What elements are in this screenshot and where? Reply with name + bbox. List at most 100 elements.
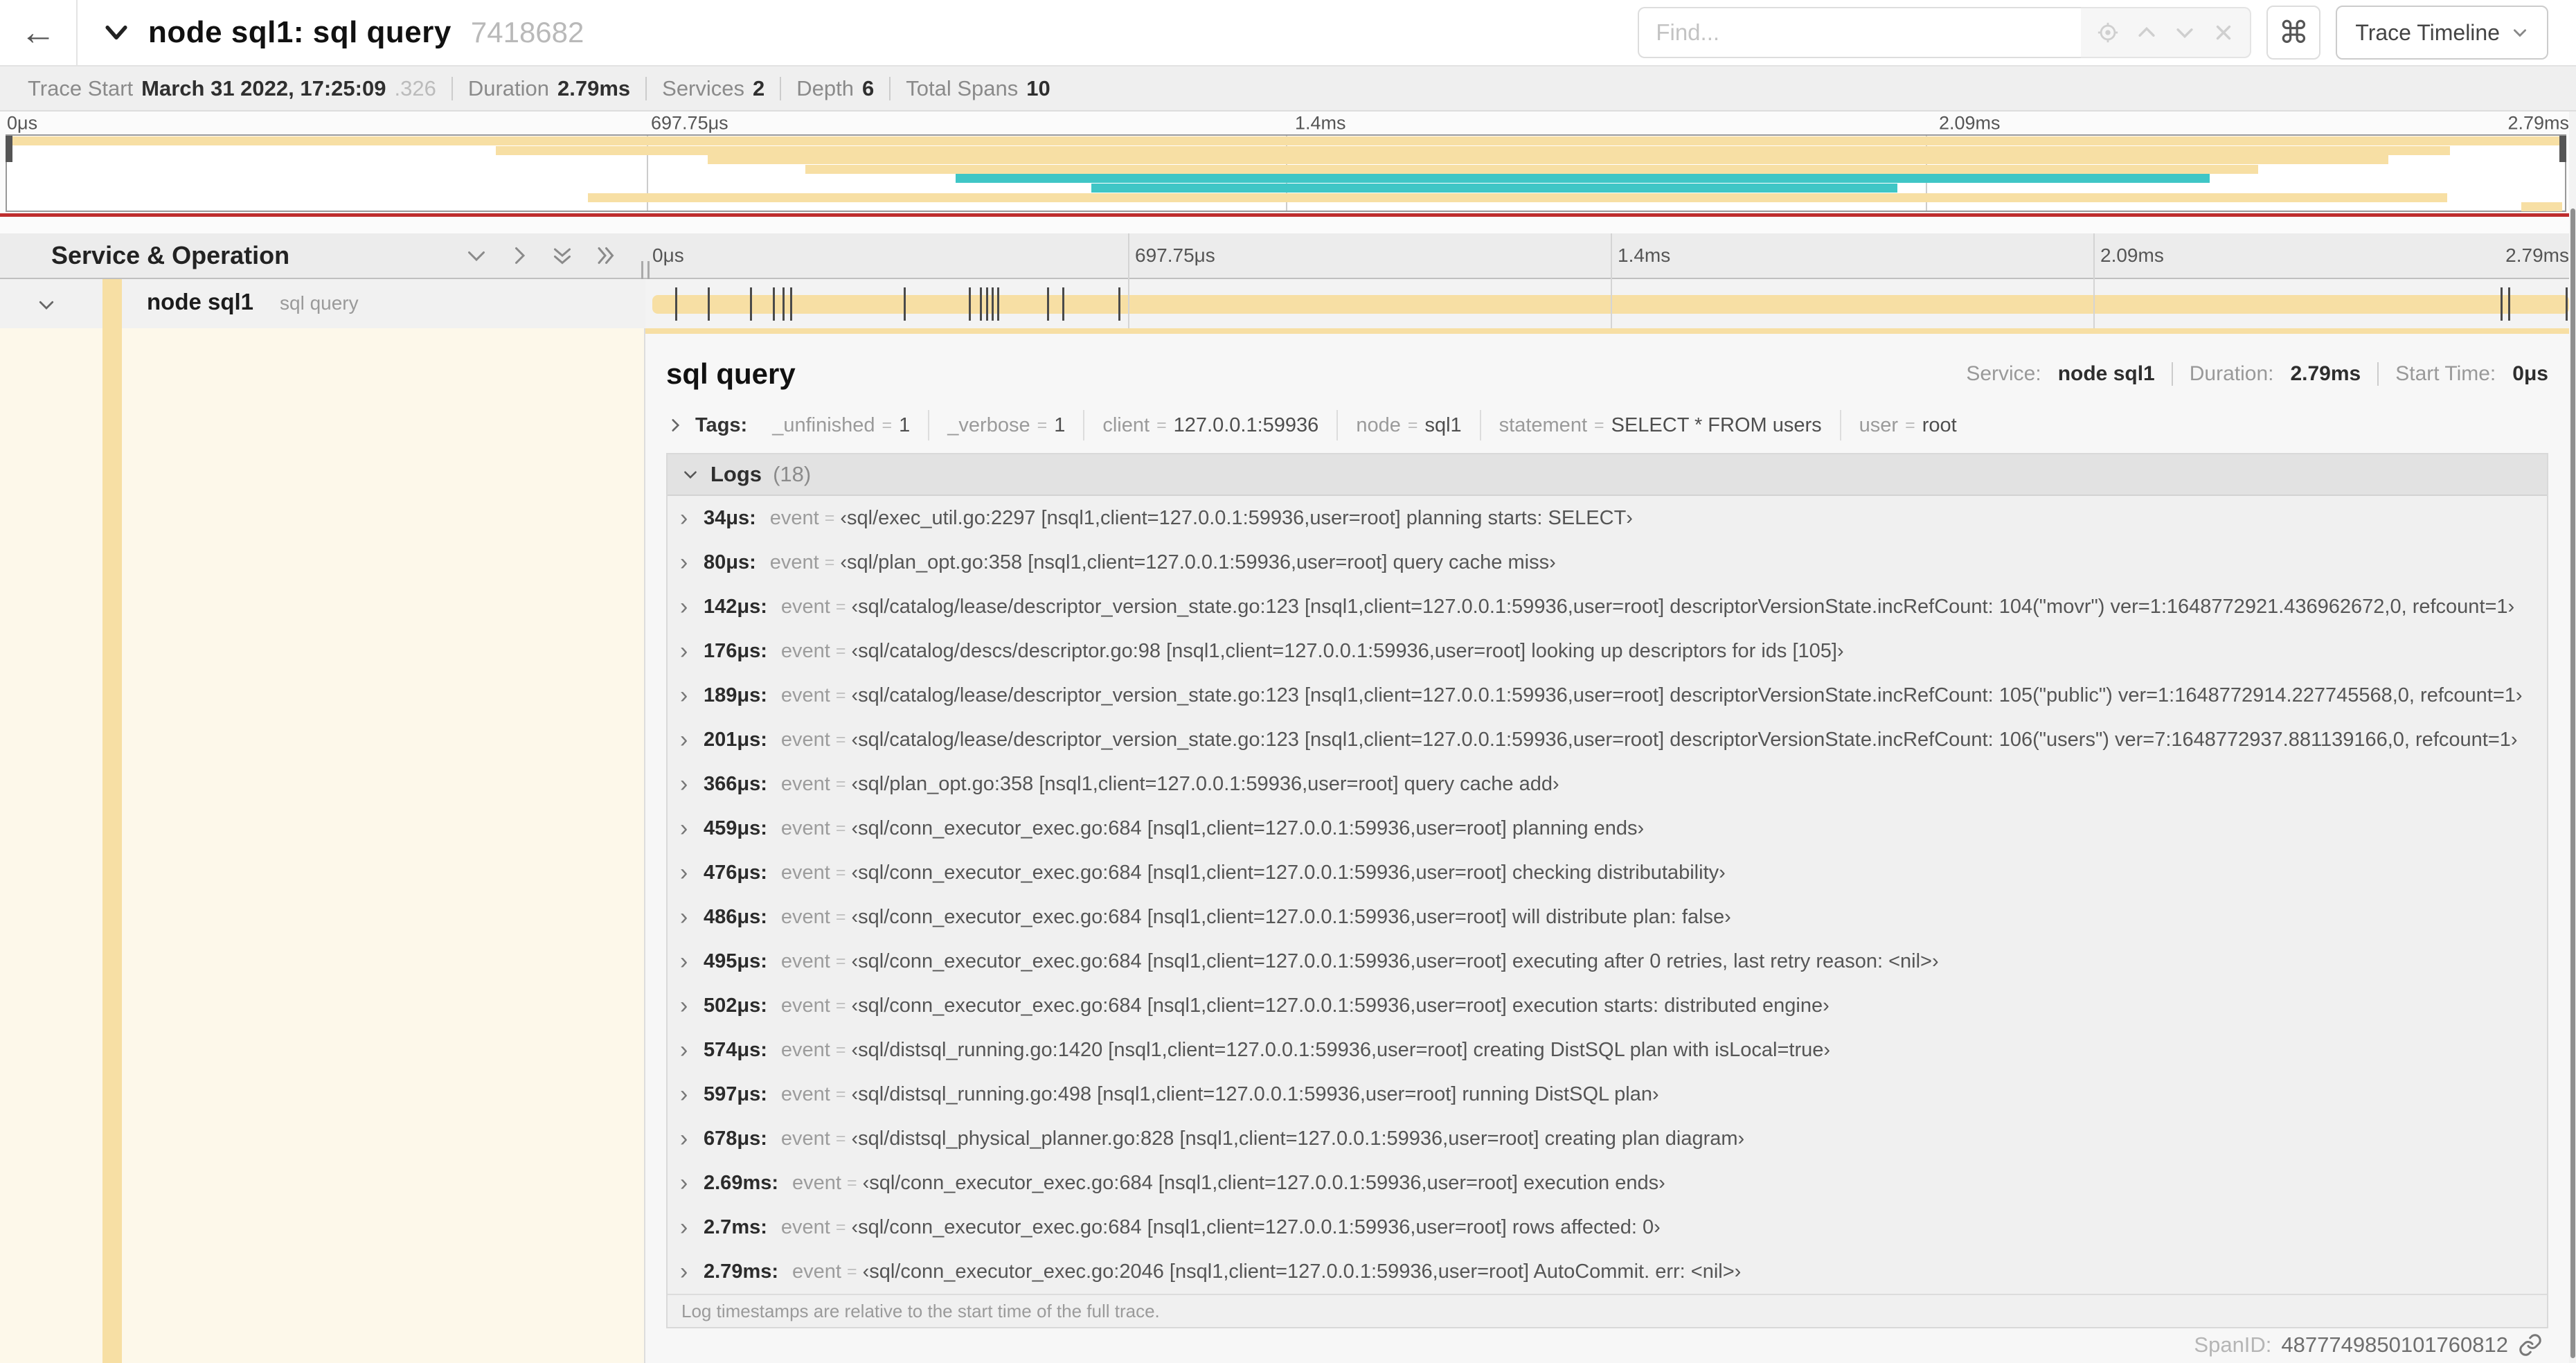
minimap-left-handle[interactable] bbox=[6, 136, 12, 162]
log-expand-icon[interactable]: › bbox=[680, 1170, 704, 1197]
log-entry[interactable]: › 476μs: event = ‹sql/conn_executor_exec.go:… bbox=[668, 850, 2547, 895]
tag-key: node bbox=[1356, 413, 1401, 436]
expand-all-icon[interactable] bbox=[593, 243, 618, 268]
log-entry[interactable]: › 597μs: event = ‹sql/distsql_running.go:498… bbox=[668, 1072, 2547, 1116]
find-input[interactable] bbox=[1638, 7, 2082, 58]
equals-sign: = bbox=[835, 1084, 846, 1104]
log-timestamp: 2.69ms: bbox=[704, 1171, 779, 1194]
log-entry[interactable]: › 574μs: event = ‹sql/distsql_running.go:142… bbox=[668, 1028, 2547, 1072]
log-entry[interactable]: › 459μs: event = ‹sql/conn_executor_exec.go:… bbox=[668, 806, 2547, 850]
log-entry[interactable]: › 176μs: event = ‹sql/catalog/descs/descript… bbox=[668, 629, 2547, 673]
span-row-timeline[interactable] bbox=[645, 279, 2576, 328]
log-expand-icon[interactable]: › bbox=[680, 1081, 704, 1108]
trace-info-value: 6 bbox=[862, 75, 875, 100]
log-field-value: ‹sql/distsql_running.go:498 [nsql1,clien… bbox=[851, 1083, 1659, 1105]
collapse-one-icon[interactable] bbox=[464, 243, 489, 268]
log-field-key: event bbox=[780, 639, 830, 662]
log-tick-mark bbox=[985, 287, 988, 321]
log-entry[interactable]: › 142μs: event = ‹sql/catalog/lease/descript… bbox=[668, 585, 2547, 629]
gridline bbox=[2093, 279, 2095, 328]
log-field-value: ‹sql/conn_executor_exec.go:684 [nsql1,cl… bbox=[851, 1215, 1661, 1238]
tag-key: _unfinished bbox=[772, 413, 875, 436]
log-timestamp: 189μs: bbox=[704, 684, 767, 706]
keyboard-shortcuts-button[interactable]: ⌘ bbox=[2266, 6, 2321, 60]
log-expand-icon[interactable]: › bbox=[680, 549, 704, 576]
timeline-ruler: 0μs 697.75μs 1.4ms 2.09ms 2.79ms bbox=[645, 233, 2576, 279]
log-expand-icon[interactable]: › bbox=[680, 1214, 704, 1241]
logs-collapse-icon[interactable] bbox=[681, 465, 699, 483]
minimap-span bbox=[2521, 202, 2563, 212]
log-entry[interactable]: › 678μs: event = ‹sql/distsql_physical_plann… bbox=[668, 1116, 2547, 1161]
content-area: sql query Service: node sql1 Duration: 2… bbox=[0, 328, 2576, 1363]
expand-one-icon[interactable] bbox=[507, 243, 532, 268]
log-expand-icon[interactable]: › bbox=[680, 638, 704, 665]
collapse-trace-icon[interactable] bbox=[101, 17, 132, 48]
log-tick-mark bbox=[750, 287, 753, 321]
log-expand-icon[interactable]: › bbox=[680, 992, 704, 1019]
trace-info-label: Services bbox=[662, 75, 745, 100]
tag-value: 127.0.0.1:59936 bbox=[1173, 413, 1319, 436]
log-field-key: event bbox=[780, 1127, 830, 1150]
trace-view-selector[interactable]: Trace Timeline bbox=[2336, 6, 2548, 60]
log-entry[interactable]: › 80μs: event = ‹sql/plan_opt.go:358 [nsql1,… bbox=[668, 540, 2547, 585]
log-entry[interactable]: › 2.79ms: event = ‹sql/conn_executor_exec.go… bbox=[668, 1249, 2547, 1294]
find-prev-icon[interactable] bbox=[2135, 21, 2158, 44]
log-entry[interactable]: › 486μs: event = ‹sql/conn_executor_exec.go:… bbox=[668, 895, 2547, 939]
log-entry[interactable]: › 2.7ms: event = ‹sql/conn_executor_exec.go:… bbox=[668, 1205, 2547, 1249]
log-field-key: event bbox=[780, 817, 830, 839]
log-entry[interactable]: › 189μs: event = ‹sql/catalog/lease/descript… bbox=[668, 673, 2547, 718]
log-tick-mark bbox=[903, 287, 906, 321]
find-clear-icon[interactable] bbox=[2212, 21, 2235, 44]
log-expand-icon[interactable]: › bbox=[680, 505, 704, 532]
timeline-header: Service & Operation 0μs 697.75μs 1.4ms 2.09… bbox=[0, 233, 2576, 282]
minimap-right-handle[interactable] bbox=[2559, 136, 2566, 162]
service-operation-header: Service & Operation bbox=[51, 241, 290, 269]
scrollbar-thumb[interactable] bbox=[2570, 208, 2575, 1358]
log-expand-icon[interactable]: › bbox=[680, 594, 704, 621]
back-button[interactable]: ← bbox=[0, 0, 78, 65]
trace-info-item: Duration 2.79ms bbox=[453, 76, 645, 101]
tags-section[interactable]: Tags: _unfinished = 1 _verbose = 1 client = 127.… bbox=[666, 406, 2548, 445]
log-entry[interactable]: › 201μs: event = ‹sql/catalog/lease/descript… bbox=[668, 718, 2547, 762]
locate-icon[interactable] bbox=[2096, 21, 2120, 44]
start-time-label: Start Time: bbox=[2395, 362, 2496, 385]
log-expand-icon[interactable]: › bbox=[680, 682, 704, 709]
log-expand-icon[interactable]: › bbox=[680, 1258, 704, 1285]
span-row[interactable]: node sql1 sql query bbox=[0, 279, 2576, 328]
log-expand-icon[interactable]: › bbox=[680, 727, 704, 754]
log-tick-mark bbox=[1062, 287, 1065, 321]
log-expand-icon[interactable]: › bbox=[680, 1037, 704, 1064]
vertical-scrollbar[interactable] bbox=[2569, 112, 2576, 1363]
log-expand-icon[interactable]: › bbox=[680, 859, 704, 887]
log-expand-icon[interactable]: › bbox=[680, 948, 704, 975]
log-entry[interactable]: › 34μs: event = ‹sql/exec_util.go:2297 [nsql… bbox=[668, 496, 2547, 540]
deep-link-icon[interactable] bbox=[2518, 1333, 2543, 1357]
logs-count: (18) bbox=[773, 462, 812, 486]
log-entry[interactable]: › 366μs: event = ‹sql/plan_opt.go:358 [nsql1… bbox=[668, 762, 2547, 806]
span-color-stripe bbox=[102, 279, 122, 328]
logs-header[interactable]: Logs (18) bbox=[668, 454, 2547, 496]
log-timestamp: 176μs: bbox=[704, 639, 767, 662]
row-collapse-icon[interactable] bbox=[36, 294, 57, 315]
log-tick-mark bbox=[675, 287, 678, 321]
log-entry[interactable]: › 495μs: event = ‹sql/conn_executor_exec.go:… bbox=[668, 939, 2547, 983]
log-tick-mark bbox=[997, 287, 1000, 321]
equals-sign: = bbox=[835, 1128, 846, 1148]
log-entry[interactable]: › 502μs: event = ‹sql/conn_executor_exec.go:… bbox=[668, 983, 2547, 1028]
log-timestamp: 201μs: bbox=[704, 728, 767, 751]
log-expand-icon[interactable]: › bbox=[680, 904, 704, 931]
log-expand-icon[interactable]: › bbox=[680, 771, 704, 798]
find-next-icon[interactable] bbox=[2173, 21, 2197, 44]
log-expand-icon[interactable]: › bbox=[680, 1125, 704, 1152]
tag-pill: user = root bbox=[1841, 410, 1975, 440]
log-field-value: ‹sql/catalog/lease/descriptor_version_st… bbox=[851, 684, 2523, 706]
equals-sign: = bbox=[835, 818, 846, 838]
log-field-value: ‹sql/distsql_physical_planner.go:828 [ns… bbox=[851, 1127, 1745, 1150]
tags-expand-icon[interactable] bbox=[666, 416, 684, 434]
log-field-key: event bbox=[780, 905, 830, 928]
log-expand-icon[interactable]: › bbox=[680, 815, 704, 842]
minimap-span bbox=[708, 155, 2389, 165]
minimap-canvas[interactable] bbox=[6, 134, 2566, 212]
log-entry[interactable]: › 2.69ms: event = ‹sql/conn_executor_exec.go… bbox=[668, 1161, 2547, 1205]
collapse-all-icon[interactable] bbox=[550, 243, 575, 268]
